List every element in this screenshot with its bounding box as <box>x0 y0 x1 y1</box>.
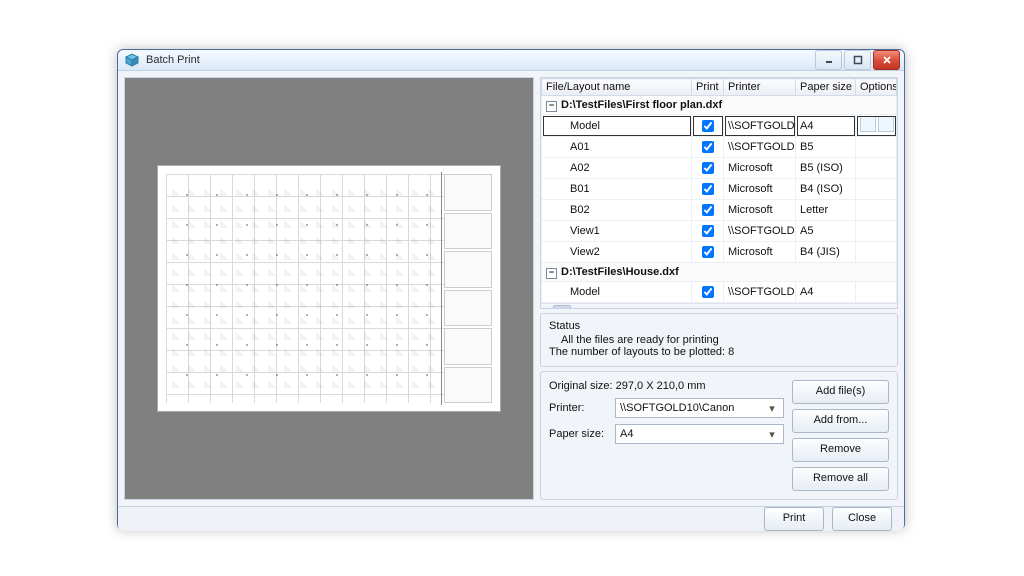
remove-button[interactable]: Remove <box>792 438 889 462</box>
app-icon <box>124 52 140 68</box>
print-checkbox[interactable] <box>702 204 714 216</box>
file-layout-list[interactable]: File/Layout name Print Printer Paper siz… <box>540 77 898 309</box>
printer-label: Printer: <box>549 402 609 414</box>
footer: Print Close <box>118 506 904 531</box>
print-checkbox[interactable] <box>702 183 714 195</box>
layout-row[interactable]: A01\\SOFTGOLDB5 <box>542 137 897 158</box>
add-files-button[interactable]: Add file(s) <box>792 380 889 404</box>
col-printer[interactable]: Printer <box>724 79 796 96</box>
paper-size-label: Paper size: <box>549 428 609 440</box>
layout-row[interactable]: A02MicrosoftB5 (ISO) <box>542 158 897 179</box>
status-heading: Status <box>549 320 889 332</box>
layout-row[interactable]: Model\\SOFTGOLDA4 <box>542 115 897 137</box>
col-name[interactable]: File/Layout name <box>542 79 692 96</box>
chevron-down-icon: ▾ <box>765 428 779 441</box>
collapse-icon[interactable]: − <box>546 101 557 112</box>
close-button[interactable] <box>873 50 900 70</box>
col-paper[interactable]: Paper size <box>796 79 856 96</box>
print-checkbox[interactable] <box>702 141 714 153</box>
preview-pane <box>124 77 534 500</box>
drawing-preview <box>157 165 501 412</box>
original-size-label: Original size: 297,0 X 210,0 mm <box>549 380 784 392</box>
layout-row[interactable]: View1\\SOFTGOLDA5 <box>542 221 897 242</box>
window-title: Batch Print <box>146 54 815 66</box>
file-row[interactable]: −D:\TestFiles\House.dxf <box>542 263 897 282</box>
print-button[interactable]: Print <box>764 507 824 531</box>
titlebar: Batch Print <box>118 50 904 71</box>
collapse-icon[interactable]: − <box>546 268 557 279</box>
status-line2: The number of layouts to be plotted: 8 <box>549 346 889 358</box>
print-checkbox[interactable] <box>702 225 714 237</box>
paper-size-combo[interactable]: A4 ▾ <box>615 424 784 444</box>
layout-row[interactable]: View2MicrosoftB4 (JIS) <box>542 242 897 263</box>
remove-all-button[interactable]: Remove all <box>792 467 889 491</box>
col-print[interactable]: Print <box>692 79 724 96</box>
status-line1: All the files are ready for printing <box>549 334 889 346</box>
print-checkbox[interactable] <box>702 120 714 132</box>
maximize-button[interactable] <box>844 50 871 70</box>
add-from-button[interactable]: Add from... <box>792 409 889 433</box>
settings-panel: Original size: 297,0 X 210,0 mm Printer:… <box>540 371 898 500</box>
print-checkbox[interactable] <box>702 246 714 258</box>
minimize-button[interactable] <box>815 50 842 70</box>
printer-combo[interactable]: \\SOFTGOLD10\Canon ▾ <box>615 398 784 418</box>
col-options[interactable]: Options <box>856 79 897 96</box>
batch-print-window: Batch Print File <box>117 49 905 530</box>
layout-row[interactable]: Model\\SOFTGOLDA4 <box>542 282 897 303</box>
option-icon[interactable] <box>896 116 897 132</box>
layout-row[interactable]: B01MicrosoftB4 (ISO) <box>542 179 897 200</box>
file-row[interactable]: −D:\TestFiles\First floor plan.dxf <box>542 96 897 115</box>
option-icon[interactable] <box>878 116 894 132</box>
print-checkbox[interactable] <box>702 162 714 174</box>
chevron-down-icon: ▾ <box>765 402 779 415</box>
status-panel: Status All the files are ready for print… <box>540 313 898 367</box>
horizontal-scrollbar[interactable]: ◂ <box>541 303 897 309</box>
close-dialog-button[interactable]: Close <box>832 507 892 531</box>
option-icon[interactable] <box>860 116 876 132</box>
layout-row[interactable]: B02MicrosoftLetter <box>542 200 897 221</box>
print-checkbox[interactable] <box>702 286 714 298</box>
